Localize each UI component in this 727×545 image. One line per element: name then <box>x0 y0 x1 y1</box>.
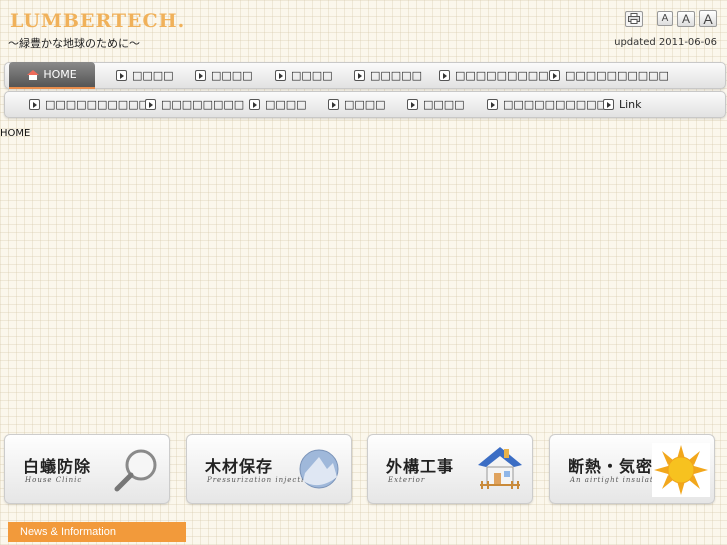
nav-item-label: □□□□□□□□□ <box>455 69 549 82</box>
sun-icon <box>652 443 710 497</box>
nav-item-label: □□□□ <box>265 98 307 111</box>
banner-title: 白蟻防除 <box>23 457 92 476</box>
nav-item-label: □□□□ <box>132 69 174 82</box>
toolbar: A A A <box>625 10 717 27</box>
nav-item[interactable]: □□□□ <box>195 63 253 88</box>
news-information-header: News & Information <box>8 522 186 542</box>
nav-item[interactable]: □□□□□□□□□□ <box>549 63 669 88</box>
play-arrow-icon <box>354 70 365 81</box>
nav-item-label: □□□□□□□□□□ <box>45 98 149 111</box>
play-arrow-icon <box>328 99 339 110</box>
house-icon <box>478 447 522 489</box>
banner-insulation-airtight[interactable]: 断熱・気密 An airtight insulation <box>549 434 715 504</box>
nav-item-label: □□□□ <box>291 69 333 82</box>
play-arrow-icon <box>29 99 40 110</box>
nav-item-label: □□□□ <box>423 98 465 111</box>
nav-item-label: □□□□□ <box>370 69 422 82</box>
font-size-small-button[interactable]: A <box>657 11 673 26</box>
play-arrow-icon <box>275 70 286 81</box>
nav-item[interactable]: □□□□□□□□□ <box>439 63 549 88</box>
nav-item-label: □□□□□□□□□□ <box>565 69 669 82</box>
nav-item-label: □□□□ <box>211 69 253 82</box>
nav-item[interactable]: □□□□ <box>275 63 333 88</box>
wood-globe-icon <box>299 449 339 489</box>
nav-item[interactable]: □□□□ <box>249 92 307 117</box>
print-icon[interactable] <box>625 10 643 27</box>
banner-subtitle: House Clinic <box>25 476 83 484</box>
nav-item[interactable]: □□□□□□□□□□ <box>487 92 607 117</box>
nav-item[interactable]: □□□□ <box>116 63 174 88</box>
nav-home[interactable]: HOME <box>9 62 95 89</box>
main-nav-row-1: HOME □□□□ □□□□ □□□□ □□□□□ □□□□□□□□□ □□□□… <box>4 62 726 89</box>
play-arrow-icon <box>249 99 260 110</box>
play-arrow-icon <box>439 70 450 81</box>
banner-exterior-work[interactable]: 外構工事 Exterior <box>367 434 533 504</box>
nav-home-label: HOME <box>43 68 77 81</box>
nav-item-label: Link <box>619 98 642 111</box>
font-size-large-button[interactable]: A <box>699 10 717 27</box>
nav-item[interactable]: □□□□ <box>328 92 386 117</box>
breadcrumb: HOME <box>0 128 31 139</box>
play-arrow-icon <box>549 70 560 81</box>
nav-item[interactable]: □□□□ <box>407 92 465 117</box>
home-icon <box>27 69 40 80</box>
banner-title: 木材保存 <box>205 457 274 476</box>
nav-item[interactable]: □□□□□□□□ <box>145 92 244 117</box>
magnifier-icon <box>114 449 157 492</box>
nav-item-label: □□□□□□□□□□ <box>503 98 607 111</box>
logo[interactable]: LUMBERTECH. <box>10 10 185 32</box>
nav-item-label: □□□□ <box>344 98 386 111</box>
banner-wood-preservation[interactable]: 木材保存 Pressurization injection <box>186 434 352 504</box>
tagline: ～緑豊かな地球のために～ <box>8 37 140 50</box>
play-arrow-icon <box>116 70 127 81</box>
play-arrow-icon <box>407 99 418 110</box>
nav-item[interactable]: □□□□□□□□□□ <box>29 92 149 117</box>
play-arrow-icon <box>195 70 206 81</box>
nav-item-link[interactable]: Link <box>603 92 642 117</box>
nav-item[interactable]: □□□□□ <box>354 63 422 88</box>
font-size-medium-button[interactable]: A <box>677 10 695 27</box>
updated-date: updated 2011-06-06 <box>614 37 717 48</box>
play-arrow-icon <box>603 99 614 110</box>
banner-termite-control[interactable]: 白蟻防除 House Clinic <box>4 434 170 504</box>
banner-title: 断熱・気密 <box>568 457 654 476</box>
banner-title: 外構工事 <box>386 457 455 476</box>
banner-subtitle: Exterior <box>388 476 426 484</box>
nav-item-label: □□□□□□□□ <box>161 98 245 111</box>
main-nav-row-2: □□□□□□□□□□ □□□□□□□□ □□□□ □□□□ □□□□ □□□□□… <box>4 91 726 118</box>
play-arrow-icon <box>487 99 498 110</box>
play-arrow-icon <box>145 99 156 110</box>
